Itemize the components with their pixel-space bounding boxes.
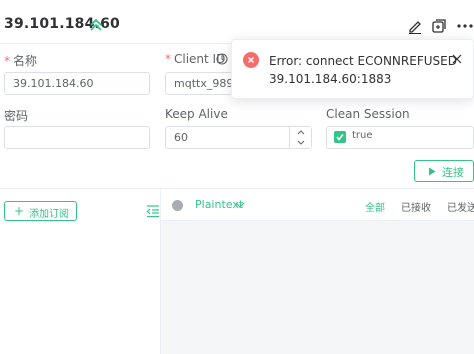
connect-label: 连接 [442, 166, 464, 179]
check-icon [336, 134, 344, 141]
increment-button[interactable] [290, 127, 312, 137]
filter-received-tab[interactable]: 已接收 [401, 199, 431, 214]
chevron-down-icon [297, 140, 305, 145]
more-icon[interactable] [456, 18, 474, 34]
name-label-text: 名称 [13, 54, 38, 68]
decrement-button[interactable] [290, 137, 312, 147]
clean-session-label: Clean Session [326, 107, 410, 121]
play-icon [429, 167, 436, 176]
add-subscription-label: 添加订阅 [29, 209, 69, 220]
chevrons-up-icon[interactable] [89, 18, 103, 32]
filter-sent-tab[interactable]: 已发送 [447, 199, 474, 214]
error-message: Error: connect ECONNREFUSED 39.101.184.6… [269, 54, 457, 86]
connect-button[interactable]: 连接 [414, 160, 474, 182]
name-label: * 名称 [4, 52, 37, 69]
keep-alive-value: 60 [174, 131, 188, 144]
chevron-down-icon[interactable] [235, 201, 245, 209]
collapse-list-icon[interactable] [146, 204, 160, 218]
plus-icon: + [14, 204, 25, 218]
edit-icon[interactable] [407, 18, 423, 34]
required-mark: * [4, 54, 10, 68]
filter-all-tab[interactable]: 全部 [365, 199, 385, 214]
add-subscription-button[interactable]: + 添加订阅 [4, 201, 77, 221]
password-label: 密码 [4, 109, 29, 123]
keep-alive-label: Keep Alive [165, 107, 228, 121]
close-icon[interactable] [452, 54, 462, 64]
name-input[interactable]: 39.101.184.60 [4, 72, 150, 95]
keep-alive-stepper[interactable] [289, 127, 311, 148]
connection-header: 39.101.184.60 [0, 0, 474, 44]
clean-session-checkbox[interactable] [334, 131, 346, 143]
new-window-icon[interactable] [431, 18, 447, 34]
x-mark-icon [248, 57, 254, 63]
refresh-client-id-icon[interactable] [216, 53, 228, 65]
clean-session-field [326, 126, 474, 149]
message-panel: Plaintext 全部 已接收 已发送 [161, 189, 474, 354]
message-list [161, 220, 474, 354]
password-input[interactable] [4, 126, 150, 149]
error-icon [243, 52, 259, 68]
status-dot [172, 200, 183, 211]
chevron-up-icon [297, 129, 305, 134]
error-toast: Error: connect ECONNREFUSED 39.101.184.6… [231, 39, 474, 99]
required-mark: * [165, 52, 171, 66]
clean-session-value: true [352, 130, 373, 141]
